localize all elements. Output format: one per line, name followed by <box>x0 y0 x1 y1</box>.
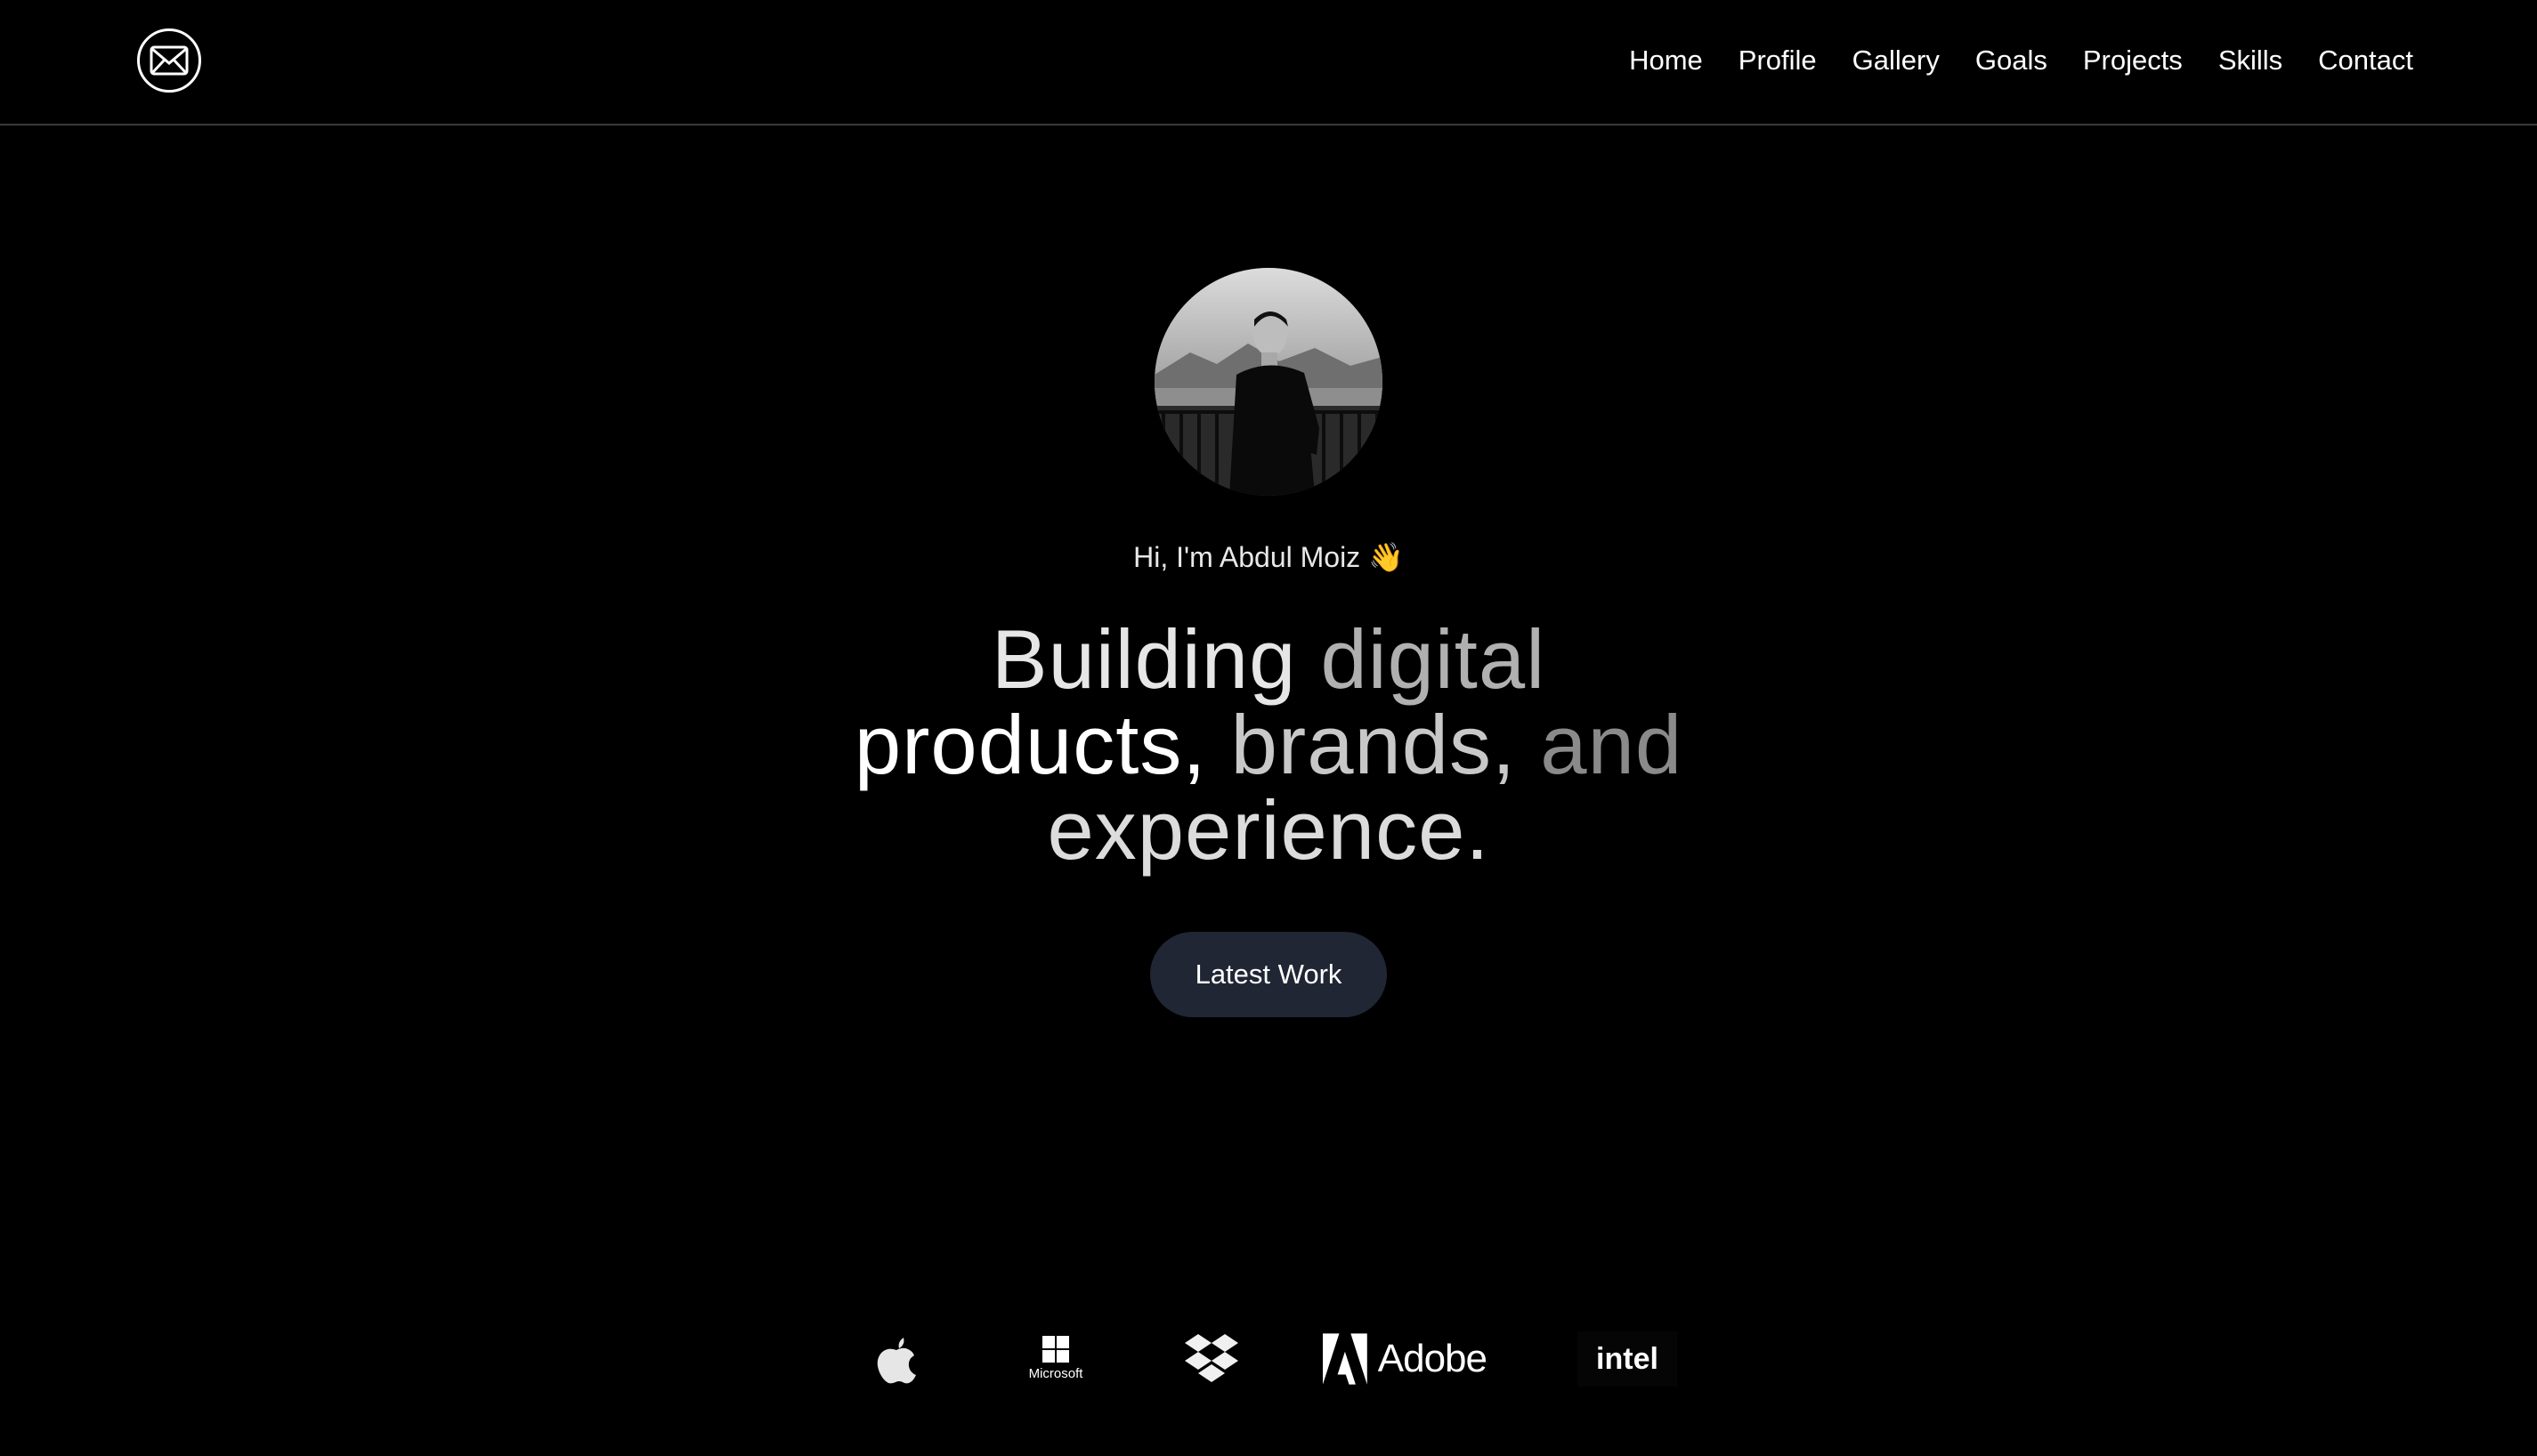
headline-word: experience. <box>1047 783 1490 877</box>
avatar <box>1155 268 1382 496</box>
nav-link-skills[interactable]: Skills <box>2218 44 2282 77</box>
microsoft-wordmark: Microsoft <box>1028 1365 1083 1381</box>
nav-link-gallery[interactable]: Gallery <box>1852 44 1940 77</box>
headline: Building digital products, brands, and e… <box>823 617 1714 873</box>
headline-word: brands, <box>1230 698 1517 791</box>
nav-link-profile[interactable]: Profile <box>1739 44 1817 77</box>
envelope-icon[interactable] <box>137 28 201 93</box>
nav-link-goals[interactable]: Goals <box>1975 44 2047 77</box>
headline-word: digital <box>1320 612 1546 706</box>
nav-link-projects[interactable]: Projects <box>2083 44 2183 77</box>
brand-logos: Microsoft Adobe intel <box>0 1326 2537 1390</box>
headline-word: and <box>1540 698 1683 791</box>
headline-word: products, <box>854 698 1207 791</box>
navbar: Home Profile Gallery Goals Projects Skil… <box>0 0 2537 125</box>
adobe-logo: Adobe <box>1323 1330 1487 1388</box>
nav-link-home[interactable]: Home <box>1629 44 1703 77</box>
latest-work-button[interactable]: Latest Work <box>1150 932 1387 1017</box>
headline-word: Building <box>991 612 1297 706</box>
microsoft-logo: Microsoft <box>1011 1330 1100 1387</box>
adobe-wordmark: Adobe <box>1377 1337 1487 1380</box>
dropbox-logo <box>1180 1333 1243 1385</box>
nav-links: Home Profile Gallery Goals Projects Skil… <box>1629 0 2413 121</box>
apple-logo <box>869 1335 924 1385</box>
greeting-text: Hi, I'm Abdul Moiz 👋 <box>1133 541 1404 573</box>
intel-wordmark: intel <box>1596 1341 1658 1376</box>
intel-logo: intel <box>1577 1331 1677 1387</box>
nav-link-contact[interactable]: Contact <box>2318 44 2413 77</box>
hero-section: Hi, I'm Abdul Moiz 👋 Building digital pr… <box>0 125 2537 1017</box>
